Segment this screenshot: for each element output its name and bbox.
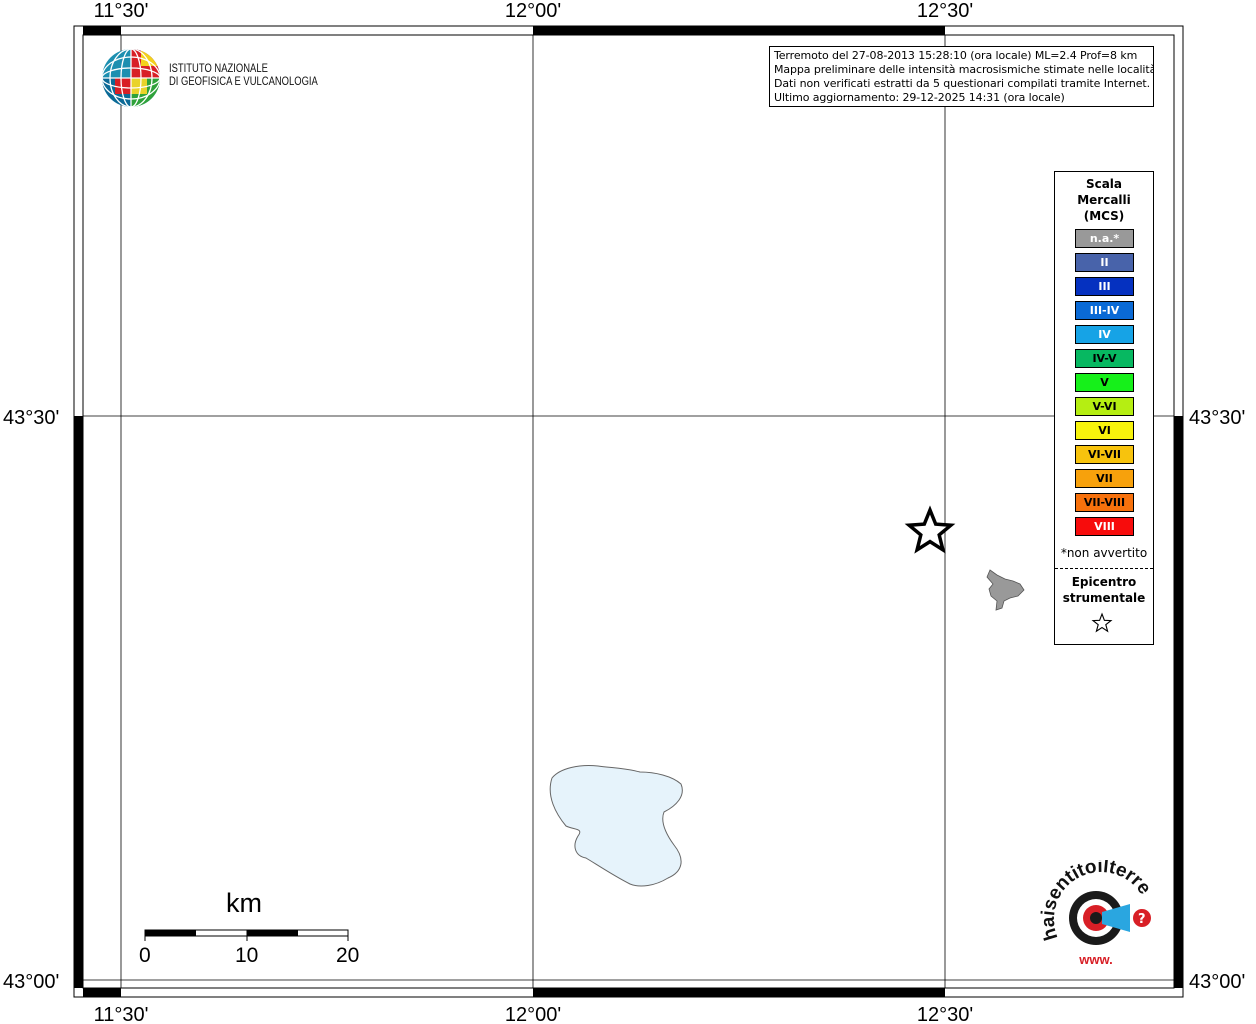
intensity-legend: Scala Mercalli (MCS) n.a.* II III III-IV IV I…	[1054, 171, 1154, 645]
lon-label-bottom-3: 12°30'	[917, 1004, 973, 1024]
legend-swatch: VII-VIII	[1075, 493, 1134, 512]
ingv-globe-icon	[102, 49, 160, 107]
legend-title-line2: Mercalli	[1077, 193, 1131, 207]
info-line-3: Dati non verificati estratti da 5 questi…	[774, 77, 1150, 90]
institute-name-line1: ISTITUTO NAZIONALE	[169, 63, 268, 75]
info-line-1: Terremoto del 27-08-2013 15:28:10 (ora l…	[774, 49, 1138, 62]
haisentito-logo[interactable]: haisentitoilterremoto.it ? www.	[1036, 860, 1166, 980]
legend-title-line1: Scala	[1085, 177, 1123, 191]
legend-divider	[1055, 568, 1153, 569]
legend-epicenter-label: Epicentro strumentale	[1055, 574, 1153, 606]
event-info-box: Terremoto del 27-08-2013 15:28:10 (ora l…	[769, 46, 1154, 107]
legend-swatch: VIII	[1075, 517, 1134, 536]
legend-title-line3: (MCS)	[1083, 209, 1125, 223]
haisentito-www: www.	[1078, 952, 1112, 967]
legend-swatch: III-IV	[1075, 301, 1134, 320]
legend-title: Scala Mercalli (MCS)	[1055, 176, 1153, 224]
legend-swatch: III	[1075, 277, 1134, 296]
legend-epicenter-line2: strumentale	[1062, 591, 1146, 605]
legend-swatch: V-VI	[1075, 397, 1134, 416]
lon-label-top-2: 12°00'	[505, 0, 561, 22]
lat-label-right-2: 43°00'	[1189, 971, 1245, 993]
lat-label-left-1: 43°30'	[3, 407, 59, 429]
legend-star-icon	[1091, 612, 1113, 633]
institute-name-line2: DI GEOFISICA E VULCANOLOGIA	[169, 76, 318, 88]
lat-label-left-2: 43°00'	[3, 971, 59, 993]
ingv-logo: ISTITUTO NAZIONALE DI GEOFISICA E VULCAN…	[101, 48, 321, 110]
scale-label-10: 10	[235, 944, 259, 967]
scale-label-0: 0	[139, 944, 151, 967]
lat-label-right-1: 43°30'	[1189, 407, 1245, 429]
legend-swatch: VII	[1075, 469, 1134, 488]
legend-epicenter-line1: Epicentro	[1071, 575, 1137, 589]
svg-text:?: ?	[1138, 912, 1146, 927]
legend-swatch: II	[1075, 253, 1134, 272]
lon-label-bottom-2: 12°00'	[505, 1004, 561, 1024]
legend-swatch: VI	[1075, 421, 1134, 440]
scale-bar-title: km	[226, 888, 262, 918]
info-line-2: Mappa preliminare delle intensità macros…	[774, 63, 1154, 76]
scale-label-20: 20	[336, 944, 360, 967]
legend-swatches: n.a.* II III III-IV IV IV-V V V-VI VI VI-VII VII VI…	[1075, 229, 1134, 541]
info-line-4: Ultimo aggiornamento: 29-12-2025 14:31 (…	[774, 91, 1065, 104]
legend-swatch: IV	[1075, 325, 1134, 344]
legend-note: *non avvertito	[1060, 546, 1148, 560]
lon-label-bottom-1: 11°30'	[94, 1004, 149, 1024]
lon-label-top-1: 11°30'	[94, 0, 149, 22]
legend-swatch: V	[1075, 373, 1134, 392]
legend-swatch: IV-V	[1075, 349, 1134, 368]
lon-label-top-3: 12°30'	[917, 0, 973, 22]
legend-swatch: n.a.*	[1075, 229, 1134, 248]
legend-swatch: VI-VII	[1075, 445, 1134, 464]
institute-name: ISTITUTO NAZIONALE DI GEOFISICA E VULCAN…	[169, 63, 318, 89]
